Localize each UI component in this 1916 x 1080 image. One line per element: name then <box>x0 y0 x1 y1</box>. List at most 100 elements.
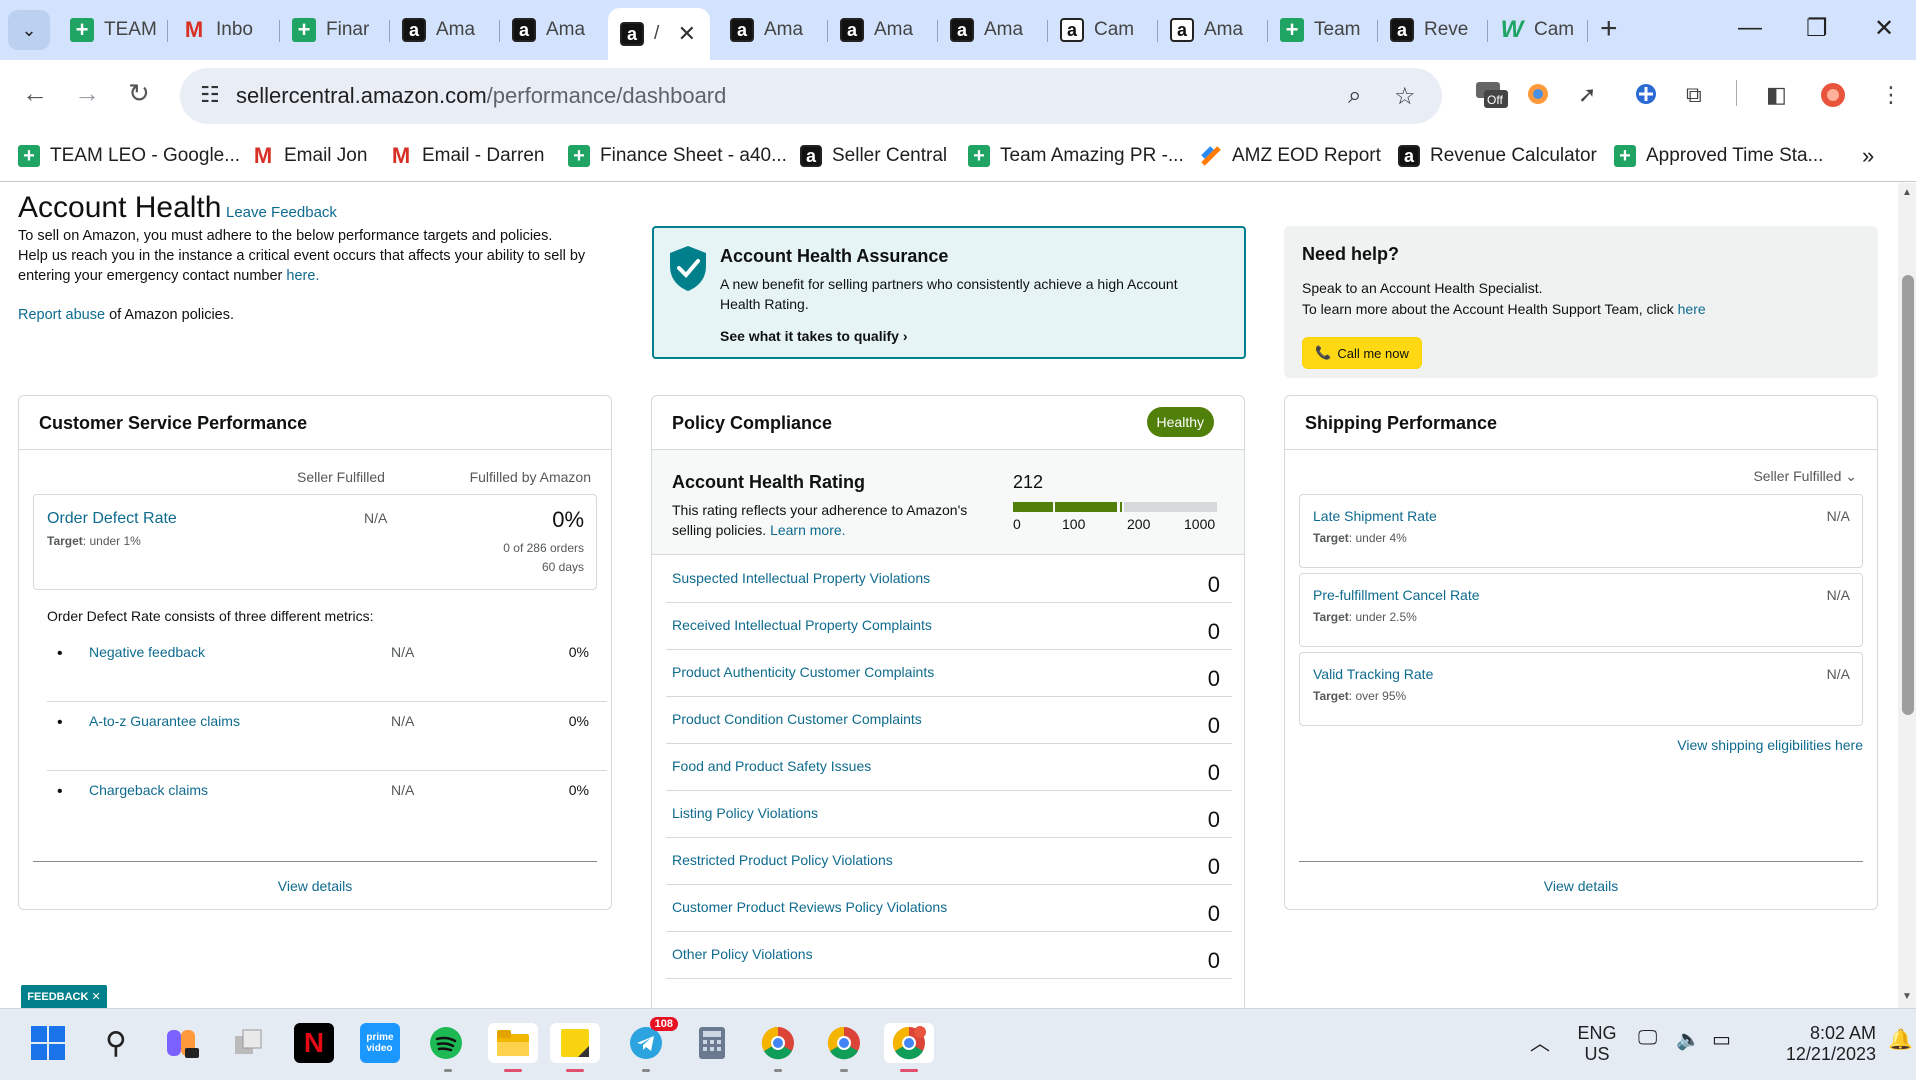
shipping-eligibilities-link[interactable]: View shipping eligibilities here <box>1677 737 1863 753</box>
calculator-icon[interactable] <box>692 1023 732 1063</box>
learn-more-link[interactable]: Learn more. <box>770 522 845 538</box>
qualify-link[interactable]: See what it takes to qualify › <box>720 328 908 344</box>
assurance-text: A new benefit for selling partners who c… <box>720 276 1178 312</box>
notification-bell-icon[interactable]: 🔔 <box>1888 1027 1913 1052</box>
browser-tab[interactable]: a Ama <box>1158 10 1268 50</box>
reload-icon[interactable]: ↻ <box>128 78 150 109</box>
bookmark-item[interactable]: + Finance Sheet - a40... <box>568 140 787 172</box>
scroll-up-icon[interactable]: ▲ <box>1902 187 1912 198</box>
volume-icon[interactable]: 🔈 <box>1676 1027 1701 1052</box>
metric-link[interactable]: Late Shipment Rate <box>1313 508 1437 524</box>
violation-link[interactable]: Suspected Intellectual Property Violatio… <box>672 570 930 586</box>
task-view-icon[interactable] <box>228 1023 268 1063</box>
violation-link[interactable]: Product Authenticity Customer Complaints <box>672 664 934 680</box>
browser-tab[interactable]: + Team <box>1268 10 1378 50</box>
violation-link[interactable]: Restricted Product Policy Violations <box>672 852 893 868</box>
browser-tab[interactable]: a Reve <box>1378 10 1488 50</box>
extension-blue-icon[interactable] <box>1634 82 1658 112</box>
feedback-tab[interactable]: FEEDBACK ✕ <box>21 985 107 1008</box>
scroll-thumb[interactable] <box>1902 275 1914 715</box>
spotify-icon[interactable] <box>426 1023 466 1063</box>
more-bookmarks-icon[interactable]: » <box>1862 140 1874 172</box>
chrome-icon[interactable] <box>758 1023 798 1063</box>
violation-link[interactable]: Listing Policy Violations <box>672 805 818 821</box>
network-icon[interactable]: 🖵 <box>1638 1027 1657 1050</box>
extension-orange-icon[interactable] <box>1526 82 1550 112</box>
metric-link[interactable]: Chargeback claims <box>89 782 208 798</box>
view-details-link[interactable]: View details <box>1299 861 1863 909</box>
back-icon[interactable]: ← <box>22 78 48 109</box>
file-explorer-icon[interactable] <box>488 1023 538 1063</box>
minimize-icon[interactable]: — <box>1738 14 1762 42</box>
bookmark-item[interactable]: + Approved Time Sta... <box>1614 140 1823 172</box>
browser-tab[interactable]: a Cam <box>1048 10 1158 50</box>
copilot-icon[interactable] <box>162 1023 202 1063</box>
site-settings-icon[interactable]: ☷ <box>200 82 220 108</box>
extension-off-icon[interactable]: Off <box>1474 76 1508 110</box>
browser-tab[interactable]: M Inbo <box>170 10 280 50</box>
address-bar[interactable]: ☷ sellercentral.amazon.com/performance/d… <box>180 68 1442 124</box>
sticky-notes-icon[interactable] <box>550 1023 600 1063</box>
report-abuse-link[interactable]: Report abuse <box>18 307 105 323</box>
metric-link[interactable]: Pre-fulfillment Cancel Rate <box>1313 587 1480 603</box>
view-details-link[interactable]: View details <box>33 861 597 909</box>
bookmark-item[interactable]: AMZ EOD Report <box>1200 140 1381 172</box>
netflix-icon[interactable]: N <box>294 1023 334 1063</box>
bookmark-item[interactable]: a Revenue Calculator <box>1398 140 1597 172</box>
browser-tab[interactable]: + Finar <box>280 10 390 50</box>
violation-link[interactable]: Received Intellectual Property Complaint… <box>672 617 932 633</box>
bookmark-item[interactable]: M Email - Darren <box>390 140 545 172</box>
bookmark-item[interactable]: + TEAM LEO - Google... <box>18 140 240 172</box>
browser-tab[interactable]: W Cam <box>1488 10 1588 50</box>
bookmark-item[interactable]: a Seller Central <box>800 140 947 172</box>
scroll-down-icon[interactable]: ▼ <box>1902 991 1912 1002</box>
page-scrollbar[interactable]: ▲ ▼ <box>1898 183 1916 1008</box>
profile-avatar[interactable] <box>1820 82 1846 114</box>
bookmark-item[interactable]: + Team Amazing PR -... <box>968 140 1184 172</box>
chrome-icon[interactable] <box>884 1023 934 1063</box>
chevron-up-icon[interactable]: ︿ <box>1530 1027 1550 1056</box>
restore-icon[interactable]: ❐ <box>1806 14 1828 43</box>
language-indicator[interactable]: ENG US <box>1574 1023 1620 1065</box>
bookmark-star-icon[interactable]: ☆ <box>1394 82 1416 111</box>
windows-start-icon[interactable] <box>28 1023 68 1063</box>
search-icon[interactable]: ⚲ <box>96 1023 136 1063</box>
browser-tab-active[interactable]: a / ✕ <box>608 8 710 60</box>
leave-feedback-link[interactable]: Leave Feedback <box>226 204 337 221</box>
violation-link[interactable]: Food and Product Safety Issues <box>672 758 871 774</box>
new-tab-icon[interactable]: + <box>1600 12 1618 46</box>
browser-tab[interactable]: + TEAM <box>58 10 168 50</box>
telegram-icon[interactable]: 108 <box>626 1017 678 1063</box>
clock[interactable]: 8:02 AM 12/21/2023 <box>1756 1023 1876 1065</box>
metric-link[interactable]: Valid Tracking Rate <box>1313 666 1433 682</box>
browser-tab[interactable]: a Ama <box>938 10 1048 50</box>
tab-search-button[interactable]: ⌄ <box>8 10 50 50</box>
extension-arrow-icon[interactable]: ➚ <box>1578 82 1596 108</box>
fulfillment-filter-dropdown[interactable]: Seller Fulfilled ⌄ <box>1753 468 1857 485</box>
emergency-contact-link[interactable]: here. <box>286 268 319 284</box>
url-text[interactable]: sellercentral.amazon.com/performance/das… <box>236 83 726 109</box>
forward-icon[interactable]: → <box>74 78 100 109</box>
metric-link[interactable]: Negative feedback <box>89 644 205 660</box>
extensions-puzzle-icon[interactable]: ⧉ <box>1686 82 1702 108</box>
side-panel-icon[interactable]: ◧ <box>1766 82 1787 108</box>
prime-video-icon[interactable]: prime video <box>360 1023 400 1063</box>
zoom-icon[interactable]: ⌕ <box>1348 82 1361 110</box>
close-icon[interactable]: ✕ <box>678 21 696 47</box>
violation-link[interactable]: Customer Product Reviews Policy Violatio… <box>672 899 947 915</box>
order-defect-rate-link[interactable]: Order Defect Rate <box>47 510 177 528</box>
call-me-now-button[interactable]: 📞 Call me now <box>1302 337 1422 369</box>
violation-link[interactable]: Other Policy Violations <box>672 946 813 962</box>
window-close-icon[interactable]: ✕ <box>1874 14 1894 43</box>
browser-tab[interactable]: a Ama <box>390 10 500 50</box>
bookmark-item[interactable]: M Email Jon <box>252 140 368 172</box>
browser-tab[interactable]: a Ama <box>718 10 828 50</box>
menu-kebab-icon[interactable]: ⋮ <box>1880 82 1902 108</box>
browser-tab[interactable]: a Ama <box>500 10 610 50</box>
metric-link[interactable]: A-to-z Guarantee claims <box>89 713 240 729</box>
violation-link[interactable]: Product Condition Customer Complaints <box>672 711 922 727</box>
browser-tab[interactable]: a Ama <box>828 10 938 50</box>
support-team-link[interactable]: here <box>1678 301 1706 317</box>
battery-icon[interactable]: ▭ <box>1712 1027 1731 1052</box>
chrome-icon[interactable] <box>824 1023 864 1063</box>
